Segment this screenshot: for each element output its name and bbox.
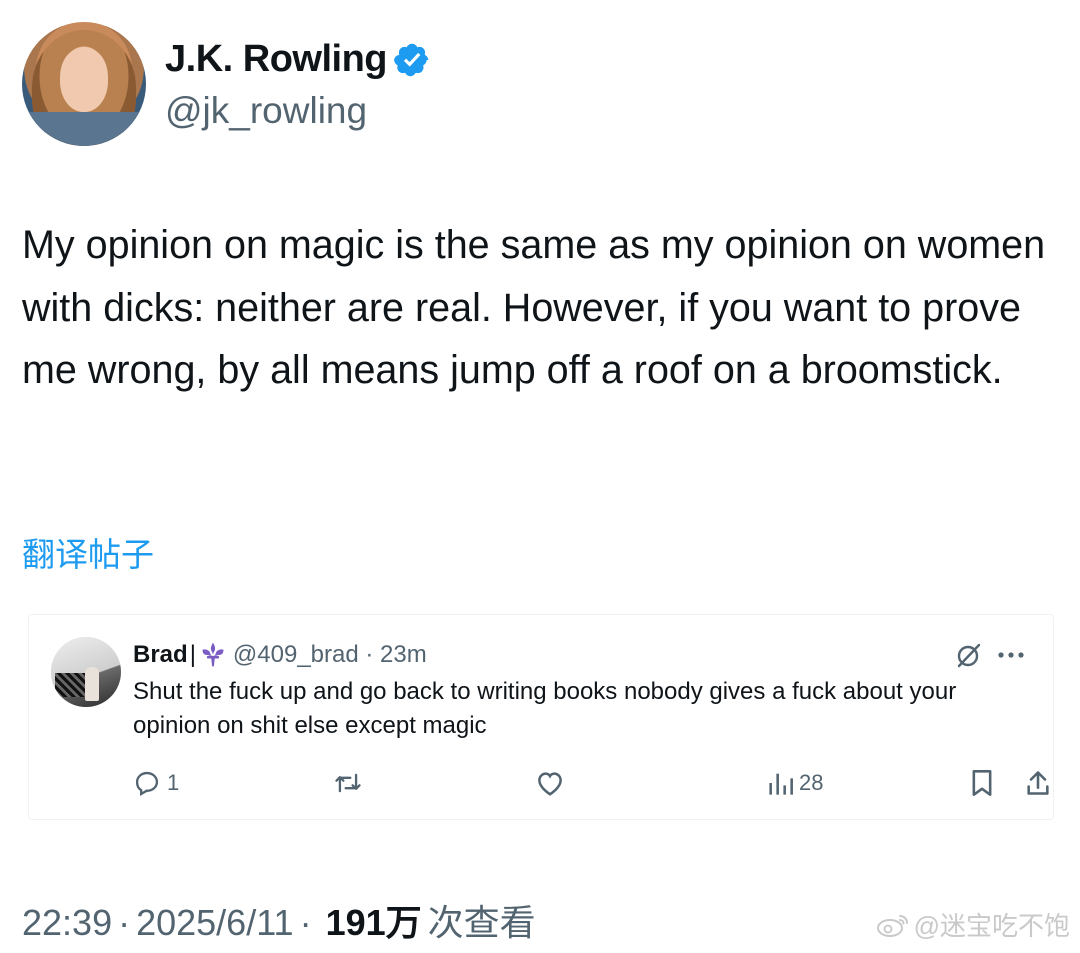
tweet-meta: 22:39 · 2025/6/11 · 191万 次查看 — [22, 894, 536, 946]
views-action[interactable]: 28 — [767, 769, 823, 797]
heart-icon — [538, 772, 562, 796]
views-bar-chart-icon — [769, 773, 793, 795]
weibo-icon — [876, 914, 908, 937]
reply-top-icons — [955, 641, 1025, 669]
avatar-shoulders — [22, 112, 146, 146]
fleur-de-lis-icon — [202, 642, 224, 667]
tweet-text: My opinion on magic is the same as my op… — [22, 223, 1046, 392]
reply-icon — [135, 771, 159, 797]
reply-author-name[interactable]: Brad — [133, 641, 188, 669]
reply-header: Brad | @409_brad · 23m — [133, 641, 427, 669]
reply-avatar-person — [85, 667, 99, 701]
reply-action-bar: 1 28 — [133, 769, 1049, 803]
retweet-action[interactable] — [333, 769, 369, 797]
author-name-row[interactable]: J.K. Rowling — [165, 38, 431, 81]
meta-separator: · — [118, 902, 131, 943]
reply-avatar[interactable] — [51, 637, 121, 707]
more-options-icon[interactable] — [997, 651, 1025, 659]
share-action[interactable] — [1025, 769, 1051, 797]
share-icon — [1027, 771, 1049, 795]
reply-handle-time[interactable]: @409_brad · 23m — [233, 641, 427, 669]
watermark: @迷宝吃不饱 — [876, 906, 1070, 943]
tweet-views-label: 次查看 — [427, 902, 536, 943]
tweet-screenshot: J.K. Rowling @jk_rowling My opinion on m… — [0, 0, 1080, 953]
avatar-face — [60, 48, 108, 112]
reply-separator: | — [189, 641, 196, 668]
author-avatar[interactable] — [22, 22, 146, 146]
author-handle[interactable]: @jk_rowling — [165, 90, 367, 132]
watermark-text: @迷宝吃不饱 — [913, 911, 1070, 941]
reply-avatar-rack — [55, 673, 85, 697]
author-display-name[interactable]: J.K. Rowling — [165, 38, 388, 81]
reply-count: 1 — [167, 770, 180, 795]
reply-card[interactable]: Brad | @409_brad · 23m Shut the fuck up … — [28, 614, 1054, 820]
views-count: 28 — [799, 770, 824, 795]
bookmark-icon — [972, 770, 992, 796]
translate-post-link[interactable]: 翻译帖子 — [22, 528, 154, 576]
retweet-icon — [335, 773, 361, 793]
meta-separator: · — [299, 902, 312, 943]
tweet-time[interactable]: 22:39 — [22, 902, 112, 944]
reply-action[interactable]: 1 — [133, 769, 179, 797]
like-action[interactable] — [535, 769, 571, 797]
reply-text: Shut the fuck up and go back to writing … — [133, 678, 957, 739]
tweet-date[interactable]: 2025/6/11 — [136, 902, 293, 944]
tweet-views-number: 191万 — [325, 902, 422, 943]
bookmark-action[interactable] — [969, 769, 995, 797]
grok-icon[interactable] — [955, 641, 983, 669]
verified-badge-icon — [394, 43, 429, 76]
